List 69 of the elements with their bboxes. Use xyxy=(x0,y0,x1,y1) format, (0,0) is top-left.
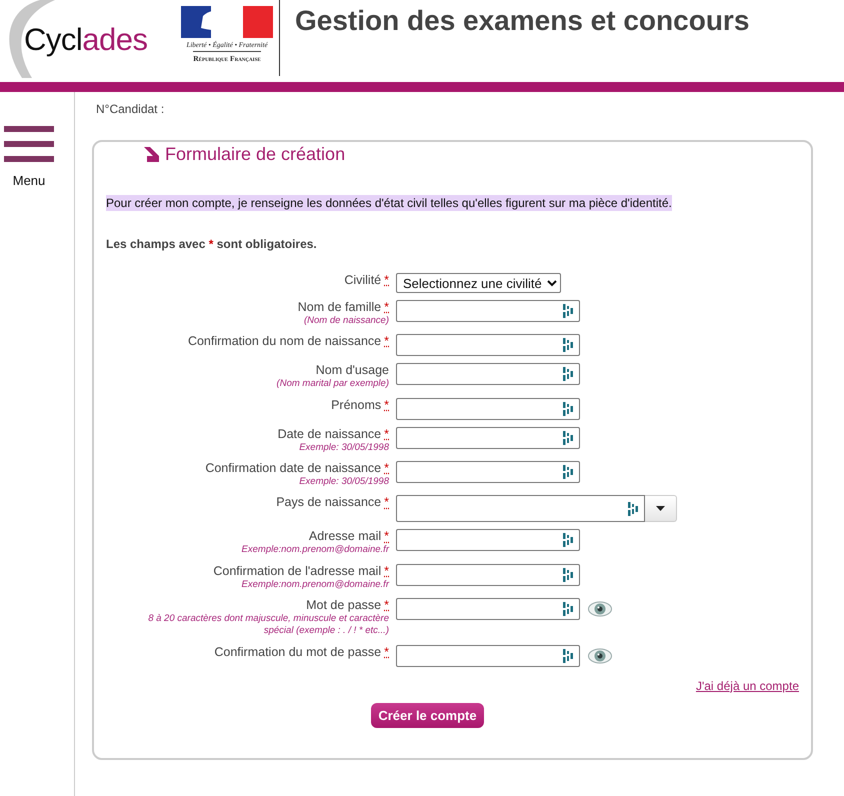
field-hint: (Nom marital par exemple) xyxy=(276,378,389,391)
password-manager-icon[interactable] xyxy=(628,502,638,516)
field-label: Adresse mail xyxy=(308,529,382,544)
field-hint: 8 à 20 caractères dont majuscule, minuscule et caractère spécial (exemple : . / ! * etc...) xyxy=(147,613,389,638)
password-field[interactable] xyxy=(396,644,580,667)
country-field[interactable] xyxy=(396,495,645,522)
field-hint: Exemple: 30/05/1998 xyxy=(299,476,389,488)
input-field[interactable] xyxy=(396,300,580,322)
required-note: Les champs avec * sont obligatoires. xyxy=(106,237,318,251)
input-field[interactable] xyxy=(396,529,580,552)
caret-icon xyxy=(656,506,665,512)
field-label: Mot de passe xyxy=(306,598,382,612)
required-mark: * xyxy=(384,398,389,412)
eye-icon[interactable] xyxy=(588,648,612,664)
required-mark: * xyxy=(384,273,389,287)
password-manager-icon[interactable] xyxy=(563,465,573,480)
field-hint: (Nom de naissance) xyxy=(304,315,389,328)
field-label: Confirmation du mot de passe xyxy=(214,644,382,659)
password-manager-icon[interactable] xyxy=(563,367,573,382)
required-mark: * xyxy=(384,300,389,314)
flag-icon xyxy=(181,6,273,38)
password-manager-icon[interactable] xyxy=(563,533,573,548)
input-field[interactable] xyxy=(396,564,580,586)
required-mark: * xyxy=(384,495,389,510)
dropdown-button[interactable] xyxy=(645,495,677,522)
field-label: Prénoms xyxy=(331,398,382,412)
field-hint: Exemple:nom.prenom@domaine.fr xyxy=(242,544,389,557)
password-manager-icon[interactable] xyxy=(563,568,573,582)
field-label: Confirmation date de naissance xyxy=(205,461,382,476)
required-mark: * xyxy=(384,529,389,544)
password-manager-icon[interactable] xyxy=(563,402,573,416)
civility-select[interactable]: Selectionnez une civilité xyxy=(396,273,561,293)
field-label: Pays de naissance xyxy=(276,495,382,510)
input-field[interactable] xyxy=(396,461,580,484)
candidate-label: N°Candidat : xyxy=(96,102,166,116)
input-field[interactable] xyxy=(396,334,580,356)
field-hint: Exemple: 30/05/1998 xyxy=(299,442,389,454)
password-manager-icon[interactable] xyxy=(563,602,573,616)
menu-label[interactable]: Menu xyxy=(12,173,46,188)
field-label: Civilité xyxy=(344,273,382,287)
page-title: Gestion des examens et concours xyxy=(295,5,750,37)
field-hint: Exemple:nom.prenom@domaine.fr xyxy=(242,578,389,592)
field-label: Date de naissance xyxy=(278,426,382,441)
field-label: Nom de famille xyxy=(298,300,382,314)
input-field[interactable] xyxy=(396,398,580,420)
required-mark: * xyxy=(384,334,389,348)
login-link[interactable]: J'ai déjà un compte xyxy=(696,678,799,693)
eye-icon[interactable] xyxy=(588,601,612,618)
arrow-icon xyxy=(144,147,159,162)
field-label: Confirmation du nom de naissance xyxy=(188,334,382,348)
input-field[interactable] xyxy=(396,363,580,386)
required-mark: * xyxy=(384,644,389,659)
menu-icon[interactable] xyxy=(4,126,54,163)
required-mark: * xyxy=(384,461,389,476)
create-account-button[interactable]: Créer le compte xyxy=(371,702,484,728)
logo-text: Cyclades xyxy=(24,22,148,58)
form-title: Formulaire de création xyxy=(165,144,346,165)
password-manager-icon[interactable] xyxy=(563,338,573,352)
required-mark: * xyxy=(384,426,389,441)
input-field[interactable] xyxy=(396,426,580,449)
password-field[interactable] xyxy=(396,598,580,620)
intro-text: Pour créer mon compte, je renseigne les données d'état civil telles qu'elles figurent sur ma pièce d'identité. xyxy=(106,195,672,211)
password-manager-icon[interactable] xyxy=(563,304,573,318)
password-manager-icon[interactable] xyxy=(563,648,573,663)
password-manager-icon[interactable] xyxy=(563,430,573,445)
field-label: Confirmation de l'adresse mail xyxy=(213,564,382,578)
required-mark: * xyxy=(384,598,389,612)
field-label: Nom d'usage xyxy=(316,363,389,378)
required-mark: * xyxy=(384,564,389,578)
